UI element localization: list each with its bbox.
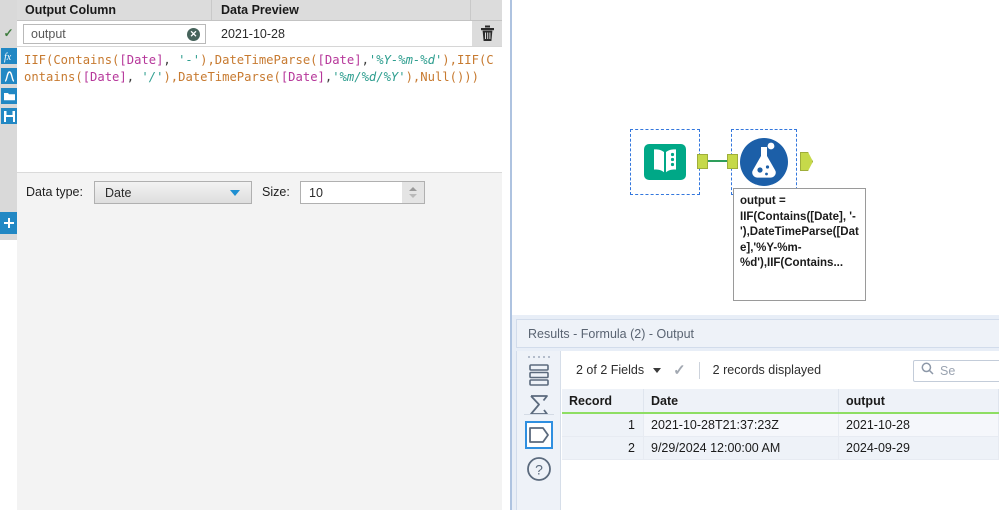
cell-output: 2024-09-29 bbox=[839, 437, 999, 460]
formula-expression-editor[interactable]: IIF(Contains([Date], '-'),DateTimeParse(… bbox=[17, 47, 502, 167]
size-stepper[interactable] bbox=[402, 182, 424, 203]
formula-tool-node[interactable] bbox=[731, 129, 797, 195]
workflow-canvas[interactable]: output = IIF(Contains([Date], '-'),DateT… bbox=[510, 0, 999, 315]
clear-circle-icon[interactable]: ✕ bbox=[187, 27, 200, 41]
column-header-output[interactable]: output bbox=[839, 389, 999, 412]
formula-token-fld: [Date] bbox=[119, 53, 164, 67]
fields-count-label[interactable]: 2 of 2 Fields bbox=[576, 363, 644, 377]
table-row[interactable]: 2 9/29/2024 12:00:00 AM 2024-09-29 bbox=[562, 437, 999, 460]
config-column-headers: Output Column Data Preview bbox=[17, 0, 502, 21]
output-column-input[interactable]: output bbox=[24, 27, 187, 41]
rail-grip-handle[interactable] bbox=[528, 356, 550, 360]
help-question-icon[interactable]: ? bbox=[525, 455, 553, 483]
add-output-column-button[interactable] bbox=[0, 212, 17, 234]
cell-date: 2021-10-28T21:37:23Z bbox=[644, 414, 839, 437]
checkmark-icon[interactable]: ✓ bbox=[673, 361, 686, 379]
search-input[interactable]: Se bbox=[940, 364, 955, 378]
config-panel-empty-area bbox=[17, 214, 502, 510]
formula-annotation-box: output = IIF(Contains([Date], '-'),DateT… bbox=[733, 188, 866, 301]
results-grid: Record Date output 1 2021-10-28T21:37:23… bbox=[562, 389, 999, 510]
svg-text:fx: fx bbox=[4, 52, 12, 63]
formula-token-fld: [Date] bbox=[82, 69, 127, 84]
rail-divider bbox=[524, 414, 554, 415]
stepper-up-icon[interactable] bbox=[409, 187, 417, 191]
config-icon-rail: ✓ fx bbox=[0, 0, 17, 240]
fx-icon[interactable]: fx bbox=[1, 48, 17, 64]
formula-token-str: '%Y-%m-%d' bbox=[368, 53, 443, 67]
cell-record: 1 bbox=[562, 414, 644, 437]
results-body: ? 2 of 2 Fields ✓ 2 records displayed Se… bbox=[516, 351, 999, 510]
formula-token-fn: ),DateTimeParse( bbox=[163, 69, 281, 84]
text-input-output-port[interactable] bbox=[697, 154, 708, 169]
data-type-row: Data type: Date Size: 10 bbox=[17, 172, 502, 214]
formula-output-port[interactable] bbox=[800, 152, 813, 171]
stepper-down-icon[interactable] bbox=[409, 194, 417, 198]
data-type-label: Data type: bbox=[26, 185, 83, 199]
toolbar-divider bbox=[698, 361, 700, 379]
results-toolbar: 2 of 2 Fields ✓ 2 records displayed Se bbox=[562, 351, 999, 389]
size-input-wrap[interactable]: 10 bbox=[300, 181, 425, 204]
formula-token-fn: ),DateTimeParse( bbox=[200, 53, 318, 67]
formula-token-str: '/' bbox=[141, 69, 164, 84]
output-field-row: output ✕ 2021-10-28 bbox=[17, 21, 502, 47]
output-column-input-wrap[interactable]: output ✕ bbox=[23, 24, 206, 44]
svg-text:?: ? bbox=[535, 462, 543, 478]
data-type-value: Date bbox=[105, 185, 132, 200]
cell-record: 2 bbox=[562, 437, 644, 460]
column-header-record[interactable]: Record bbox=[562, 389, 644, 412]
search-icon bbox=[921, 362, 934, 380]
formula-token-punc: , bbox=[163, 53, 179, 67]
flask-icon bbox=[740, 138, 788, 186]
data-type-select[interactable]: Date bbox=[94, 181, 252, 204]
search-input-wrap[interactable]: Se bbox=[913, 360, 999, 382]
formula-token-fn: ),Null())) bbox=[405, 69, 479, 84]
save-disk-icon[interactable] bbox=[1, 108, 17, 124]
function-curve-icon[interactable] bbox=[1, 68, 17, 84]
formula-config-panel: ✓ fx Output Column Data Preview output ✕… bbox=[0, 0, 502, 510]
text-input-tool-node[interactable] bbox=[630, 129, 700, 195]
formula-input-port[interactable] bbox=[727, 154, 738, 169]
formula-token-fld: [Date] bbox=[280, 69, 325, 84]
data-preview-value: 2021-10-28 bbox=[221, 26, 285, 41]
header-data-preview: Data Preview bbox=[213, 0, 471, 20]
field-valid-checkmark-icon: ✓ bbox=[3, 26, 14, 40]
data-shape-icon[interactable] bbox=[525, 421, 553, 449]
header-output-column: Output Column bbox=[17, 0, 212, 20]
formula-token-fld: [Date] bbox=[317, 53, 362, 67]
size-input[interactable]: 10 bbox=[301, 186, 402, 200]
formula-token-str: '-' bbox=[178, 53, 201, 67]
formula-token-punc: , bbox=[126, 69, 142, 84]
results-title: Results - Formula (2) - Output bbox=[516, 319, 999, 348]
open-folder-icon[interactable] bbox=[1, 88, 17, 104]
formula-token-fn: IIF(Contains( bbox=[24, 53, 120, 67]
column-header-date[interactable]: Date bbox=[644, 389, 839, 412]
size-label: Size: bbox=[262, 185, 290, 199]
app-root: ✓ fx Output Column Data Preview output ✕… bbox=[0, 0, 999, 510]
table-rows-icon[interactable] bbox=[525, 361, 553, 389]
open-book-icon bbox=[644, 144, 686, 180]
results-icon-rail: ? bbox=[517, 351, 561, 510]
formula-token-str: '%m/%d/%Y' bbox=[332, 69, 406, 84]
results-pane: Results - Formula (2) - Output ? 2 of 2 … bbox=[510, 315, 999, 510]
records-displayed-label: 2 records displayed bbox=[712, 363, 822, 377]
cell-output: 2021-10-28 bbox=[839, 414, 999, 437]
grid-header-row: Record Date output bbox=[562, 389, 999, 414]
chevron-down-icon bbox=[230, 189, 240, 196]
formula-token-punc: , bbox=[361, 53, 369, 67]
config-rail-lower-filler bbox=[0, 240, 17, 510]
header-actions bbox=[472, 0, 502, 20]
chevron-down-icon[interactable] bbox=[653, 367, 662, 373]
table-row[interactable]: 1 2021-10-28T21:37:23Z 2021-10-28 bbox=[562, 414, 999, 437]
cell-date: 9/29/2024 12:00:00 AM bbox=[644, 437, 839, 460]
trash-icon[interactable] bbox=[472, 21, 502, 46]
panel-splitter[interactable] bbox=[502, 0, 510, 510]
